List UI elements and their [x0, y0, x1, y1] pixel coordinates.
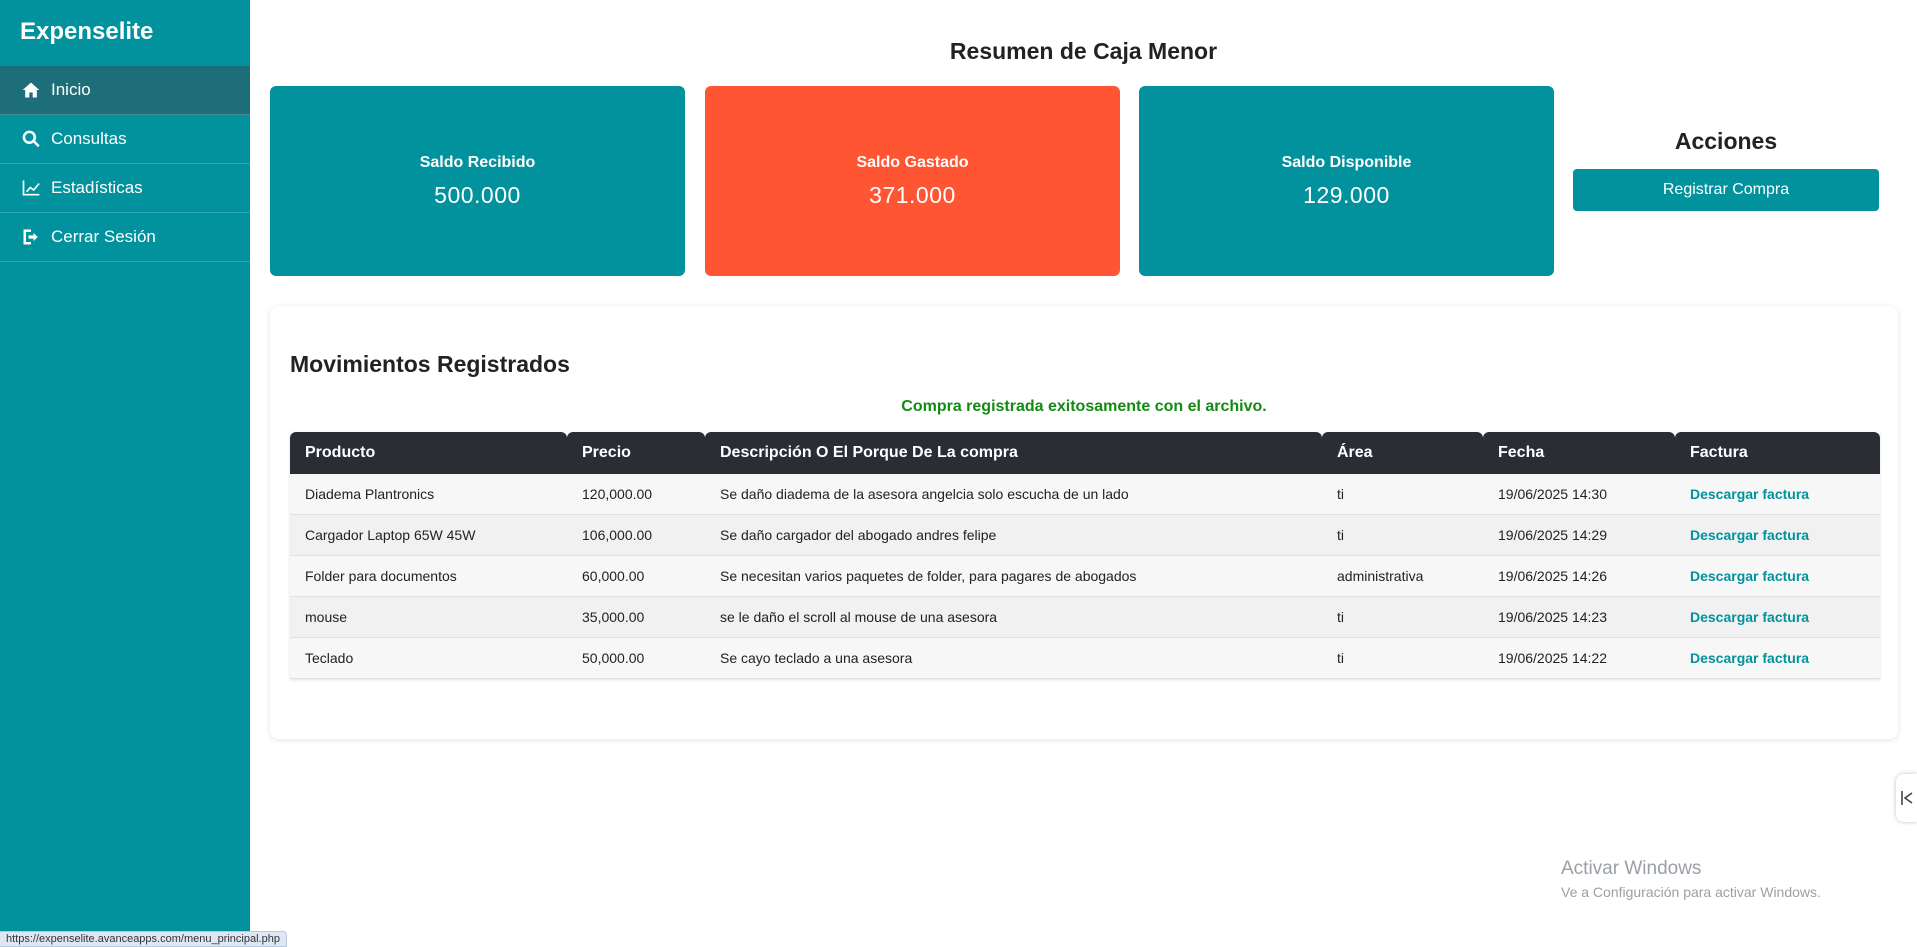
line-chart-icon: [20, 177, 42, 199]
card-value: 129.000: [1303, 181, 1390, 208]
cell-precio: 35,000.00: [567, 597, 705, 638]
cell-precio: 60,000.00: [567, 556, 705, 597]
sidebar-item-label: Cerrar Sesión: [51, 227, 156, 246]
section-title: Movimientos Registrados: [290, 351, 570, 377]
table-header-row: Producto Precio Descripción O El Porque …: [290, 432, 1880, 474]
cell-descripcion: Se cayo teclado a una asesora: [705, 638, 1322, 679]
movements-table: Producto Precio Descripción O El Porque …: [290, 432, 1880, 679]
cell-factura: Descargar factura: [1675, 474, 1880, 515]
cell-descripcion: Se daño cargador del abogado andres feli…: [705, 515, 1322, 556]
cell-factura: Descargar factura: [1675, 556, 1880, 597]
watermark-subtitle: Ve a Configuración para activar Windows.: [1561, 884, 1821, 900]
card-value: 371.000: [869, 181, 956, 208]
collapse-icon: [1900, 791, 1912, 805]
column-header-producto: Producto: [290, 432, 567, 474]
column-header-factura: Factura: [1675, 432, 1880, 474]
table-row: Diadema Plantronics 120,000.00 Se daño d…: [290, 474, 1880, 515]
registrar-compra-button[interactable]: Registrar Compra: [1573, 169, 1879, 211]
cell-descripcion: se le daño el scroll al mouse de una ase…: [705, 597, 1322, 638]
cell-producto: Folder para documentos: [290, 556, 567, 597]
cell-producto: Cargador Laptop 65W 45W: [290, 515, 567, 556]
sidebar-item-label: Consultas: [51, 129, 127, 148]
cell-descripcion: Se necesitan varios paquetes de folder, …: [705, 556, 1322, 597]
table-row: mouse 35,000.00 se le daño el scroll al …: [290, 597, 1880, 638]
table-row: Folder para documentos 60,000.00 Se nece…: [290, 556, 1880, 597]
watermark-title: Activar Windows: [1561, 858, 1702, 879]
cell-factura: Descargar factura: [1675, 638, 1880, 679]
sidebar: Expenselite Inicio Consultas Estadística…: [0, 0, 250, 947]
actions-title: Acciones: [1674, 128, 1778, 154]
cell-area: administrativa: [1322, 556, 1483, 597]
cell-fecha: 19/06/2025 14:23: [1483, 597, 1675, 638]
cell-precio: 120,000.00: [567, 474, 705, 515]
column-header-descripcion: Descripción O El Porque De La compra: [705, 432, 1322, 474]
descargar-factura-link[interactable]: Descargar factura: [1690, 650, 1809, 666]
cell-factura: Descargar factura: [1675, 597, 1880, 638]
cell-precio: 50,000.00: [567, 638, 705, 679]
page-title: Resumen de Caja Menor: [949, 38, 1218, 64]
column-header-precio: Precio: [567, 432, 705, 474]
movements-panel: Movimientos Registrados Compra registrad…: [270, 306, 1898, 739]
sidebar-item-consultas[interactable]: Consultas: [0, 115, 250, 164]
app-logo[interactable]: Expenselite: [0, 0, 250, 66]
table-row: Cargador Laptop 65W 45W 106,000.00 Se da…: [290, 515, 1880, 556]
card-label: Saldo Recibido: [419, 153, 536, 171]
windows-activation-watermark: Activar Windows Ve a Configuración para …: [1561, 858, 1821, 900]
cell-area: ti: [1322, 597, 1483, 638]
column-header-area: Área: [1322, 432, 1483, 474]
descargar-factura-link[interactable]: Descargar factura: [1690, 609, 1809, 625]
card-label: Saldo Disponible: [1281, 153, 1412, 171]
actions-panel: Acciones Registrar Compra: [1573, 128, 1879, 211]
sidebar-item-estadisticas[interactable]: Estadísticas: [0, 164, 250, 213]
sidebar-item-inicio[interactable]: Inicio: [0, 66, 250, 115]
card-saldo-disponible: Saldo Disponible 129.000: [1139, 86, 1554, 276]
success-message: Compra registrada exitosamente con el ar…: [901, 398, 1267, 415]
browser-status-url: https://expenselite.avanceapps.com/menu_…: [0, 931, 287, 947]
cell-fecha: 19/06/2025 14:22: [1483, 638, 1675, 679]
cell-descripcion: Se daño diadema de la asesora angelcia s…: [705, 474, 1322, 515]
cell-area: ti: [1322, 474, 1483, 515]
card-value: 500.000: [434, 181, 521, 208]
cell-area: ti: [1322, 638, 1483, 679]
home-icon: [20, 79, 42, 101]
column-header-fecha: Fecha: [1483, 432, 1675, 474]
descargar-factura-link[interactable]: Descargar factura: [1690, 568, 1809, 584]
sign-out-icon: [20, 226, 42, 248]
cell-fecha: 19/06/2025 14:26: [1483, 556, 1675, 597]
cell-precio: 106,000.00: [567, 515, 705, 556]
cell-producto: mouse: [290, 597, 567, 638]
cell-area: ti: [1322, 515, 1483, 556]
card-saldo-gastado: Saldo Gastado 371.000: [705, 86, 1120, 276]
descargar-factura-link[interactable]: Descargar factura: [1690, 527, 1809, 543]
sidebar-item-cerrar-sesion[interactable]: Cerrar Sesión: [0, 213, 250, 262]
main-content: Resumen de Caja Menor Saldo Recibido 500…: [250, 0, 1917, 947]
cell-factura: Descargar factura: [1675, 515, 1880, 556]
cell-producto: Diadema Plantronics: [290, 474, 567, 515]
descargar-factura-link[interactable]: Descargar factura: [1690, 486, 1809, 502]
card-saldo-recibido: Saldo Recibido 500.000: [270, 86, 685, 276]
search-icon: [20, 128, 42, 150]
table-row: Teclado 50,000.00 Se cayo teclado a una …: [290, 638, 1880, 679]
cell-fecha: 19/06/2025 14:30: [1483, 474, 1675, 515]
sidebar-item-label: Inicio: [51, 80, 91, 99]
cell-producto: Teclado: [290, 638, 567, 679]
side-panel-toggle[interactable]: [1896, 774, 1917, 822]
card-label: Saldo Gastado: [856, 153, 969, 171]
cell-fecha: 19/06/2025 14:29: [1483, 515, 1675, 556]
sidebar-item-label: Estadísticas: [51, 178, 143, 197]
